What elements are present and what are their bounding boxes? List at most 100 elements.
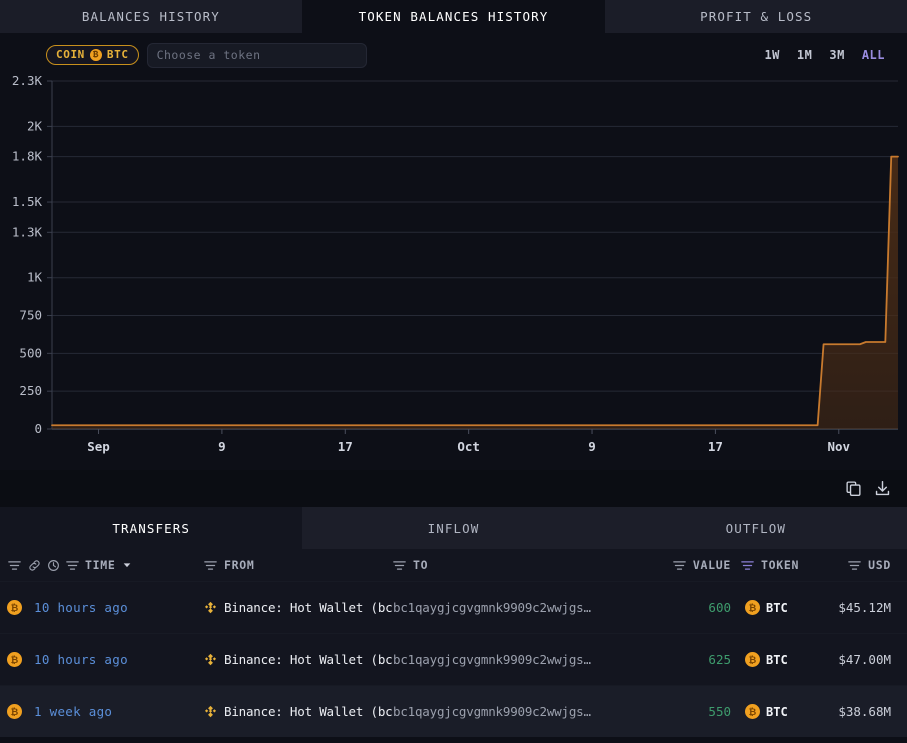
- header-coin-filter[interactable]: [0, 559, 28, 572]
- clock-icon: [47, 559, 60, 572]
- row-from-label: Binance: Hot Wallet (bc…: [224, 652, 393, 667]
- row-usd: $45.12M: [807, 600, 907, 615]
- chart-plot-area[interactable]: 2.3K2K1.8K1.5K1.3K1K7505002500Sep917Oct9…: [0, 69, 907, 470]
- svg-text:2.3K: 2.3K: [12, 73, 43, 88]
- row-to[interactable]: bc1qaygjcgvgmnk9909c2wwjgs…: [393, 600, 651, 615]
- filter-icon: [393, 559, 406, 572]
- coin-badge-symbol: BTC: [107, 48, 129, 61]
- svg-text:500: 500: [19, 345, 42, 360]
- bitcoin-icon: ₿: [90, 49, 102, 61]
- range-all[interactable]: ALL: [862, 48, 885, 62]
- row-from[interactable]: Binance: Hot Wallet (bc…: [198, 704, 393, 719]
- svg-text:1.8K: 1.8K: [12, 149, 43, 164]
- tab-label: BALANCES HISTORY: [82, 9, 220, 24]
- table-export-toolbar: [0, 470, 907, 507]
- copy-icon[interactable]: [845, 480, 862, 497]
- row-token[interactable]: ₿ BTC: [731, 600, 807, 615]
- row-token-label: BTC: [766, 653, 788, 667]
- header-from-label: FROM: [224, 558, 255, 572]
- svg-text:17: 17: [708, 439, 723, 454]
- svg-text:1K: 1K: [27, 270, 43, 285]
- bitcoin-icon: ₿: [745, 652, 760, 667]
- row-time[interactable]: 10 hours ago: [28, 600, 198, 615]
- svg-text:Nov: Nov: [827, 439, 850, 454]
- svg-text:Oct: Oct: [457, 439, 480, 454]
- coin-badge-prefix: COIN: [56, 48, 85, 61]
- subtab-label: OUTFLOW: [726, 521, 786, 536]
- svg-text:₿: ₿: [10, 603, 18, 614]
- filter-icon: [66, 559, 79, 572]
- header-value[interactable]: VALUE: [651, 558, 731, 572]
- range-3m[interactable]: 3M: [829, 48, 844, 62]
- chart-toolbar: COIN ₿ BTC 1W 1M 3M ALL: [0, 41, 907, 69]
- row-from[interactable]: Binance: Hot Wallet (bc…: [198, 652, 393, 667]
- header-time[interactable]: TIME: [28, 558, 198, 572]
- tab-profit-and-loss[interactable]: PROFIT & LOSS: [605, 0, 907, 33]
- svg-text:₿: ₿: [749, 707, 757, 718]
- header-usd-label: USD: [868, 558, 891, 572]
- subtab-label: TRANSFERS: [112, 521, 190, 536]
- table-row[interactable]: ₿ 10 hours ago Binance: Hot Wallet (bc… …: [0, 581, 907, 633]
- download-icon[interactable]: [874, 480, 891, 497]
- row-token[interactable]: ₿ BTC: [731, 652, 807, 667]
- svg-text:9: 9: [588, 439, 596, 454]
- header-from[interactable]: FROM: [198, 558, 393, 572]
- row-from-label: Binance: Hot Wallet (bc…: [224, 600, 393, 615]
- tab-balances-history[interactable]: BALANCES HISTORY: [0, 0, 303, 33]
- row-from[interactable]: Binance: Hot Wallet (bc…: [198, 600, 393, 615]
- row-coin: ₿: [0, 600, 28, 615]
- svg-text:₿: ₿: [10, 707, 18, 718]
- tab-label: PROFIT & LOSS: [700, 9, 812, 24]
- token-search-input[interactable]: [147, 43, 367, 68]
- row-value: 550: [651, 704, 731, 719]
- tab-token-balances-history[interactable]: TOKEN BALANCES HISTORY: [303, 0, 606, 33]
- header-token[interactable]: TOKEN: [731, 558, 807, 572]
- svg-text:750: 750: [19, 308, 42, 323]
- header-value-label: VALUE: [693, 558, 731, 572]
- filter-icon: [673, 559, 686, 572]
- time-range-selector: 1W 1M 3M ALL: [764, 48, 885, 62]
- header-token-label: TOKEN: [761, 558, 799, 572]
- row-value: 625: [651, 652, 731, 667]
- tab-outflow[interactable]: OUTFLOW: [605, 507, 907, 549]
- header-usd[interactable]: USD: [807, 558, 907, 572]
- row-token-label: BTC: [766, 705, 788, 719]
- bitcoin-icon: ₿: [745, 600, 760, 615]
- header-to[interactable]: TO: [393, 558, 651, 572]
- filter-icon: [8, 559, 21, 572]
- filter-icon: [848, 559, 861, 572]
- tab-transfers[interactable]: TRANSFERS: [0, 507, 302, 549]
- link-icon: [28, 559, 41, 572]
- coin-filter-badge[interactable]: COIN ₿ BTC: [46, 45, 139, 65]
- chevron-down-icon: [122, 560, 132, 570]
- bitcoin-icon: ₿: [7, 652, 22, 667]
- svg-text:17: 17: [338, 439, 353, 454]
- row-usd: $38.68M: [807, 704, 907, 719]
- row-to[interactable]: bc1qaygjcgvgmnk9909c2wwjgs…: [393, 652, 651, 667]
- svg-text:Sep: Sep: [87, 439, 110, 454]
- binance-icon: [204, 601, 217, 614]
- filter-icon-active: [741, 559, 754, 572]
- bitcoin-icon: ₿: [7, 600, 22, 615]
- row-token[interactable]: ₿ BTC: [731, 704, 807, 719]
- table-header-row: TIME FROM TO VALUE TO: [0, 549, 907, 581]
- row-to[interactable]: bc1qaygjcgvgmnk9909c2wwjgs…: [393, 704, 651, 719]
- range-1m[interactable]: 1M: [797, 48, 812, 62]
- svg-text:₿: ₿: [749, 603, 757, 614]
- primary-tab-bar: BALANCES HISTORY TOKEN BALANCES HISTORY …: [0, 0, 907, 33]
- svg-text:2K: 2K: [27, 118, 43, 133]
- table-row[interactable]: ₿ 1 week ago Binance: Hot Wallet (bc… bc…: [0, 685, 907, 737]
- svg-text:1.3K: 1.3K: [12, 224, 43, 239]
- tab-inflow[interactable]: INFLOW: [302, 507, 604, 549]
- bitcoin-icon: ₿: [745, 704, 760, 719]
- filter-icon: [204, 559, 217, 572]
- bitcoin-icon: ₿: [7, 704, 22, 719]
- svg-text:250: 250: [19, 383, 42, 398]
- svg-text:₿: ₿: [10, 655, 18, 666]
- row-time[interactable]: 10 hours ago: [28, 652, 198, 667]
- row-time[interactable]: 1 week ago: [28, 704, 198, 719]
- range-1w[interactable]: 1W: [764, 48, 779, 62]
- table-row[interactable]: ₿ 10 hours ago Binance: Hot Wallet (bc… …: [0, 633, 907, 685]
- svg-text:₿: ₿: [749, 655, 757, 666]
- binance-icon: [204, 705, 217, 718]
